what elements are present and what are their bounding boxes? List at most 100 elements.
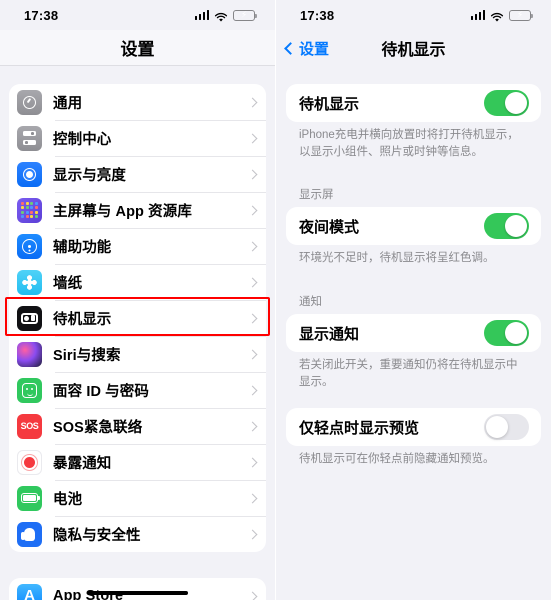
display-section-header: 显示屏 <box>299 189 334 202</box>
show-notifications-row[interactable]: 显示通知 <box>286 314 541 353</box>
sidebar-item-label: 辅助功能 <box>53 239 112 256</box>
right-phone-screen: 17:38 ⚡ 设置 待机显示 待机显示 iPhone充电并横向放置时将打开待机… <box>275 0 551 600</box>
chevron-right-icon <box>247 241 258 251</box>
chevron-right-icon <box>247 385 258 395</box>
chevron-right-icon <box>247 591 258 600</box>
chevron-right-icon <box>247 529 258 539</box>
standby-toggle-card: 待机显示 <box>286 84 541 122</box>
section-display: 显示屏 夜间模式 环境光不足时，待机显示将呈红色调。 <box>286 186 541 267</box>
sidebar-item-display-brightness[interactable]: 显示与亮度 <box>9 156 266 192</box>
sidebar-item-general[interactable]: 通用 <box>9 84 266 120</box>
sidebar-item-face-id[interactable]: 面容 ID 与密码 <box>9 372 266 408</box>
sidebar-item-label: 通用 <box>53 95 83 112</box>
status-bar-left: 17:38 ⚡ <box>0 0 275 30</box>
sos-icon: SOS <box>17 413 42 439</box>
sidebar-item-label: 待机显示 <box>53 311 112 328</box>
sidebar-item-label: 显示与亮度 <box>53 167 126 184</box>
show-notifications-switch[interactable] <box>484 320 529 347</box>
status-bar-right: 17:38 ⚡ <box>276 0 551 30</box>
exposure-notification-icon <box>17 449 42 475</box>
battery-charging-icon: ⚡ <box>509 9 533 21</box>
sidebar-item-label: 隐私与安全性 <box>53 527 141 544</box>
signal-bars-icon <box>194 10 209 20</box>
chevron-right-icon <box>247 493 258 503</box>
chevron-right-icon <box>247 205 258 215</box>
sidebar-item-accessibility[interactable]: 辅助功能 <box>9 228 266 264</box>
tap-to-reveal-label: 仅轻点时显示预览 <box>299 419 420 437</box>
status-bar-time: 17:38 <box>24 7 59 23</box>
control-center-icon <box>17 125 42 151</box>
privacy-icon <box>17 521 42 547</box>
section-notifications: 通知 显示通知 若关闭此开关，重要通知仍将在待机显示中显示。 <box>286 293 541 390</box>
sidebar-item-emergency-sos[interactable]: SOS SOS紧急联络 <box>9 408 266 444</box>
status-bar-time: 17:38 <box>300 7 335 23</box>
sidebar-item-standby[interactable]: 待机显示 <box>9 300 266 336</box>
sidebar-item-label: 控制中心 <box>53 131 112 148</box>
sidebar-item-label: 面容 ID 与密码 <box>53 383 149 400</box>
show-notifications-footnote: 若关闭此开关，重要通知仍将在待机显示中显示。 <box>299 359 518 388</box>
sidebar-item-exposure-notifications[interactable]: 暴露通知 <box>9 444 266 480</box>
chevron-right-icon <box>247 169 258 179</box>
battery-charging-icon: ⚡ <box>233 9 257 21</box>
tap-to-reveal-card: 仅轻点时显示预览 <box>286 408 541 447</box>
show-notifications-label: 显示通知 <box>299 325 360 343</box>
status-bar-indicators: ⚡ <box>194 9 257 22</box>
tap-to-reveal-row[interactable]: 仅轻点时显示预览 <box>286 408 541 447</box>
standby-toggle-switch[interactable] <box>484 90 529 116</box>
app-store-icon: A <box>17 583 42 600</box>
sidebar-item-app-store[interactable]: A App Store <box>9 578 266 600</box>
section-standby: 待机显示 iPhone充电并横向放置时将打开待机显示，以显示小组件、照片或时钟等… <box>286 84 541 160</box>
sidebar-item-battery[interactable]: 电池 <box>9 480 266 516</box>
status-bar-indicators: ⚡ <box>470 9 533 22</box>
sidebar-item-label: Siri与搜索 <box>53 347 121 364</box>
sidebar-item-control-center[interactable]: 控制中心 <box>9 120 266 156</box>
standby-toggle-label: 待机显示 <box>299 95 360 113</box>
sidebar-item-label: SOS紧急联络 <box>53 419 143 436</box>
sidebar-item-siri[interactable]: Siri与搜索 <box>9 336 266 372</box>
battery-icon <box>17 485 42 511</box>
chevron-right-icon <box>247 457 258 467</box>
face-id-icon <box>17 377 42 403</box>
chevron-left-icon <box>284 41 297 55</box>
sidebar-item-label: 暴露通知 <box>53 455 112 472</box>
wifi-icon <box>490 10 504 22</box>
settings-group-1: 通用 控制中心 显示与亮度 主屏幕与 App 资源库 辅助功能 墙纸 待机显示 … <box>9 84 266 552</box>
dual-screenshot-container: 17:38 ⚡ 设置 通用 控制中心 显示与亮度 主屏幕与 App 资源库 辅助… <box>0 0 551 600</box>
back-button-label: 设置 <box>299 40 330 58</box>
back-button[interactable]: 设置 <box>284 38 330 59</box>
display-brightness-icon <box>17 161 42 187</box>
night-mode-switch[interactable] <box>484 213 529 240</box>
standby-icon <box>17 305 42 331</box>
chevron-right-icon <box>247 97 258 107</box>
chevron-right-icon <box>247 313 258 323</box>
right-nav-bar: 设置 待机显示 <box>276 30 551 66</box>
settings-group-2: A App Store <box>9 578 266 600</box>
left-phone-screen: 17:38 ⚡ 设置 通用 控制中心 显示与亮度 主屏幕与 App 资源库 辅助… <box>0 0 275 600</box>
notifications-section-header: 通知 <box>299 296 322 309</box>
chevron-right-icon <box>247 421 258 431</box>
sidebar-item-label: 电池 <box>53 491 83 508</box>
sidebar-item-privacy-security[interactable]: 隐私与安全性 <box>9 516 266 552</box>
left-settings-list[interactable]: 通用 控制中心 显示与亮度 主屏幕与 App 资源库 辅助功能 墙纸 待机显示 … <box>0 66 275 600</box>
signal-bars-icon <box>470 10 485 20</box>
wallpaper-icon <box>17 269 42 295</box>
chevron-right-icon <box>247 133 258 143</box>
night-mode-row[interactable]: 夜间模式 <box>286 207 541 246</box>
chevron-right-icon <box>247 349 258 359</box>
wifi-icon <box>214 10 228 22</box>
sidebar-item-home-screen[interactable]: 主屏幕与 App 资源库 <box>9 192 266 228</box>
home-screen-icon <box>17 197 42 223</box>
sidebar-item-wallpaper[interactable]: 墙纸 <box>9 264 266 300</box>
sidebar-item-label: 墙纸 <box>53 275 83 292</box>
night-mode-card: 夜间模式 <box>286 207 541 246</box>
night-mode-label: 夜间模式 <box>299 218 360 236</box>
standby-settings-list[interactable]: 待机显示 iPhone充电并横向放置时将打开待机显示，以显示小组件、照片或时钟等… <box>276 66 551 468</box>
tap-to-reveal-switch[interactable] <box>484 414 529 441</box>
standby-toggle-row[interactable]: 待机显示 <box>286 84 541 122</box>
left-nav-bar: 设置 <box>0 30 275 66</box>
standby-footnote: iPhone充电并横向放置时将打开待机显示，以显示小组件、照片或时钟等信息。 <box>299 129 519 158</box>
page-title: 设置 <box>120 40 155 59</box>
general-icon <box>17 89 42 115</box>
chevron-right-icon <box>247 277 258 287</box>
tap-to-reveal-footnote: 待机显示可在你轻点前隐藏通知预览。 <box>299 453 495 466</box>
